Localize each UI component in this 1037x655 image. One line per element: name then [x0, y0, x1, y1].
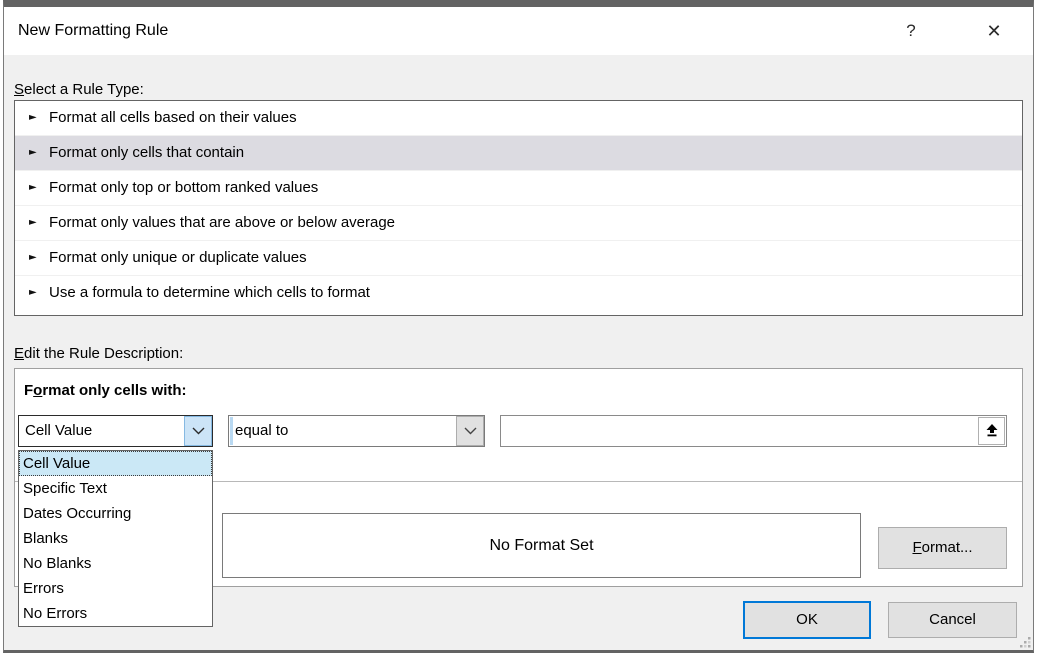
dialog-title: New Formatting Rule: [18, 7, 168, 55]
format-preview: No Format Set: [222, 513, 861, 578]
combobox-value: equal to: [233, 416, 456, 446]
help-icon[interactable]: ?: [890, 7, 932, 55]
dropdown-item[interactable]: Specific Text: [19, 476, 212, 501]
rule-bullet-icon: ►: [29, 136, 37, 170]
rule-type-item[interactable]: ► Format only values that are above or b…: [15, 206, 1022, 241]
edit-rule-description-label: Edit the Rule Description:: [14, 345, 183, 362]
rule-type-item-selected[interactable]: ► Format only cells that contain: [15, 136, 1022, 171]
collapse-dialog-icon[interactable]: [978, 417, 1005, 445]
resize-grip-icon[interactable]: [1019, 636, 1032, 649]
rule-type-label: Format only unique or duplicate values: [49, 249, 307, 266]
rule-bullet-icon: ►: [29, 241, 37, 275]
ok-button[interactable]: OK: [743, 601, 871, 639]
close-icon[interactable]: ✕: [973, 7, 1015, 55]
rule-bullet-icon: ►: [29, 206, 37, 240]
rule-type-label: Format only values that are above or bel…: [49, 214, 395, 231]
rule-type-label: Format only cells that contain: [49, 144, 244, 161]
cell-value-type-combobox[interactable]: Cell Value: [18, 415, 213, 447]
rule-type-item[interactable]: ► Format only unique or duplicate values: [15, 241, 1022, 276]
rule-bullet-icon: ►: [29, 276, 37, 310]
dropdown-item[interactable]: No Errors: [19, 601, 212, 626]
dialog-window: New Formatting Rule ? ✕ Select a Rule Ty…: [3, 0, 1034, 653]
rule-bullet-icon: ►: [29, 101, 37, 135]
cancel-button[interactable]: Cancel: [888, 602, 1017, 638]
select-rule-type-label: Select a Rule Type:: [14, 81, 144, 98]
title-bar[interactable]: New Formatting Rule ? ✕: [4, 7, 1033, 55]
rule-type-item[interactable]: ► Use a formula to determine which cells…: [15, 276, 1022, 311]
format-only-cells-with-label: Format only cells with:: [24, 382, 187, 399]
operator-combobox[interactable]: equal to: [228, 415, 485, 447]
dropdown-item[interactable]: Dates Occurring: [19, 501, 212, 526]
rule-bullet-icon: ►: [29, 171, 37, 205]
combobox-value: Cell Value: [19, 416, 184, 446]
rule-type-item[interactable]: ► Format only top or bottom ranked value…: [15, 171, 1022, 206]
rule-type-label: Format all cells based on their values: [49, 109, 297, 126]
dropdown-item-selected[interactable]: Cell Value: [19, 451, 212, 476]
comparison-value-input[interactable]: [500, 415, 1007, 447]
cell-value-dropdown-list: Cell Value Specific Text Dates Occurring…: [18, 450, 213, 627]
chevron-down-icon[interactable]: [456, 416, 484, 446]
rule-type-list: ► Format all cells based on their values…: [14, 100, 1023, 316]
dropdown-item[interactable]: No Blanks: [19, 551, 212, 576]
new-formatting-rule-dialog: New Formatting Rule ? ✕ Select a Rule Ty…: [0, 0, 1037, 655]
rule-type-label: Use a formula to determine which cells t…: [49, 284, 370, 301]
chevron-down-icon[interactable]: [184, 416, 212, 446]
format-button[interactable]: Format...: [878, 527, 1007, 569]
rule-type-label: Format only top or bottom ranked values: [49, 179, 318, 196]
dropdown-item[interactable]: Blanks: [19, 526, 212, 551]
rule-type-item[interactable]: ► Format all cells based on their values: [15, 101, 1022, 136]
dropdown-item[interactable]: Errors: [19, 576, 212, 601]
